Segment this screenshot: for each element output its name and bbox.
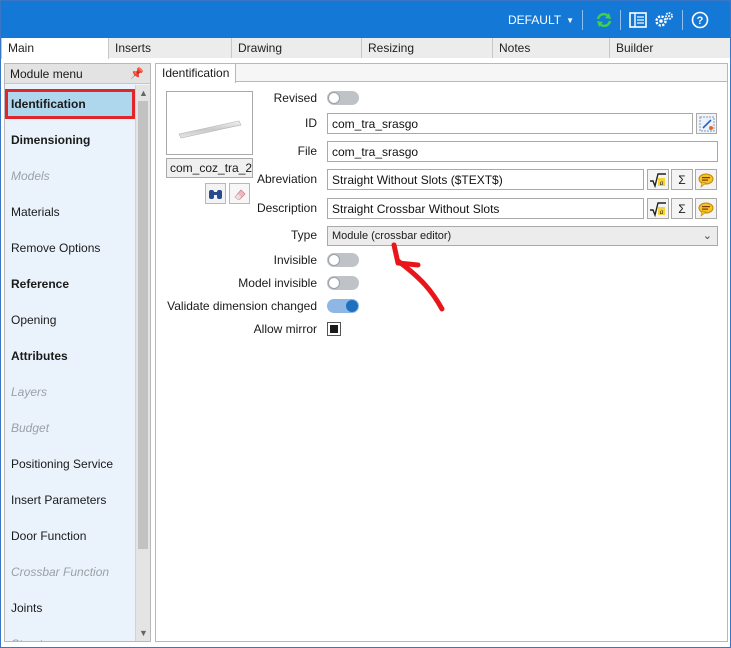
menu-item-joints[interactable]: Joints (5, 593, 135, 623)
model-invisible-toggle[interactable] (327, 276, 359, 290)
menu-item-remove-options[interactable]: Remove Options (5, 233, 135, 263)
module-thumbnail (166, 91, 253, 155)
menu-item-structures: Structures (5, 629, 135, 641)
menu-item-attributes[interactable]: Attributes (5, 341, 135, 371)
type-label: Type (290, 228, 317, 242)
pin-icon[interactable]: 📌 (130, 67, 144, 80)
revised-toggle[interactable] (327, 91, 359, 105)
tab-notes[interactable]: Notes (493, 38, 610, 58)
scroll-down-icon[interactable]: ▼ (136, 625, 150, 641)
menu-item-crossbar-function: Crossbar Function (11, 565, 110, 579)
module-menu: Module menu 📌 Identification Dimensionin… (4, 63, 151, 642)
id-picker-icon[interactable] (696, 113, 717, 134)
module-menu-list: Identification Dimensioning Models Mater… (5, 85, 135, 641)
thumbnail-name: com_coz_tra_2 (166, 158, 253, 178)
toolbar-divider (682, 10, 683, 30)
menu-item-identification[interactable]: Identification (5, 89, 135, 119)
module-menu-title: Module menu (10, 67, 83, 81)
abreviation-label: Abreviation (256, 172, 317, 186)
scroll-up-icon[interactable]: ▲ (136, 85, 150, 101)
tab-inserts[interactable]: Inserts (109, 38, 232, 58)
description-label: Description (256, 201, 317, 215)
menu-scrollbar[interactable]: ▲ ▼ (135, 85, 150, 641)
chat-icon[interactable] (695, 198, 717, 219)
menu-item-materials[interactable]: Materials (5, 197, 135, 227)
menu-item-dimensioning[interactable]: Dimensioning (5, 125, 135, 155)
validate-dimension-label: Validate dimension changed (167, 299, 317, 313)
invisible-toggle[interactable] (327, 253, 359, 267)
type-select-value: Module (crossbar editor) (332, 230, 452, 242)
menu-item-models: Models (11, 169, 50, 183)
formula-icon[interactable]: a (647, 198, 669, 219)
eraser-icon[interactable] (229, 183, 250, 204)
menu-item-layers: Layers (11, 385, 48, 399)
menu-item-insert-parameters[interactable]: Insert Parameters (5, 485, 135, 515)
panel-tabstrip: Identification (156, 64, 727, 83)
scrollbar-thumb[interactable] (138, 101, 148, 549)
description-field[interactable]: Straight Crossbar Without Slots (327, 198, 644, 219)
tab-main[interactable]: Main (1, 38, 109, 59)
sum-icon[interactable]: Σ (671, 198, 693, 219)
file-label: File (297, 144, 317, 158)
layout-icon[interactable] (628, 10, 648, 30)
tab-builder[interactable]: Builder (610, 38, 730, 58)
sum-icon[interactable]: Σ (671, 169, 693, 190)
tab-drawing[interactable]: Drawing (232, 38, 362, 58)
validate-dimension-toggle[interactable] (327, 299, 359, 313)
module-menu-header: Module menu 📌 (5, 64, 150, 84)
menu-item-door-function[interactable]: Door Function (5, 521, 135, 551)
toolbar-divider (620, 10, 621, 30)
binoculars-icon[interactable] (205, 183, 226, 204)
application-window: DEFAULT ▼ ? Main Inserts Drawing Resizin… (0, 0, 731, 648)
tab-identification[interactable]: Identification (156, 64, 237, 83)
revised-label: Revised (273, 91, 317, 105)
menu-item-reference[interactable]: Reference (5, 269, 135, 299)
tab-resizing[interactable]: Resizing (362, 38, 493, 58)
svg-text:a: a (660, 208, 664, 216)
chat-icon[interactable] (695, 169, 717, 190)
profile-label: DEFAULT (507, 13, 562, 27)
type-select[interactable]: Module (crossbar editor) ⌄ (327, 226, 718, 246)
model-invisible-label: Model invisible (238, 276, 317, 290)
toolbar-divider (582, 10, 583, 30)
abreviation-field[interactable]: Straight Without Slots ($TEXT$) (327, 169, 644, 190)
svg-text:?: ? (697, 15, 704, 27)
file-field[interactable]: com_tra_srasgo (327, 141, 718, 162)
identification-panel: Identification com_coz_tra_2 Revised ID … (155, 63, 728, 642)
help-icon[interactable]: ? (690, 10, 710, 30)
allow-mirror-label: Allow mirror (253, 322, 317, 336)
id-label: ID (305, 116, 317, 130)
menu-item-budget: Budget (11, 421, 50, 435)
settings-icon[interactable] (654, 10, 674, 30)
profile-dropdown[interactable]: DEFAULT ▼ (508, 13, 574, 27)
svg-text:a: a (660, 179, 664, 187)
menu-item-opening[interactable]: Opening (5, 305, 135, 335)
id-field[interactable]: com_tra_srasgo (327, 113, 693, 134)
top-bar: DEFAULT ▼ ? (1, 1, 730, 38)
main-tabs: Main Inserts Drawing Resizing Notes Buil… (1, 38, 730, 59)
invisible-label: Invisible (273, 253, 317, 267)
chevron-down-icon: ▼ (566, 15, 574, 25)
menu-item-positioning-service[interactable]: Positioning Service (5, 449, 135, 479)
allow-mirror-checkbox[interactable] (327, 322, 341, 336)
refresh-icon[interactable] (594, 10, 614, 30)
chevron-down-icon: ⌄ (702, 230, 712, 242)
formula-icon[interactable]: a (647, 169, 669, 190)
